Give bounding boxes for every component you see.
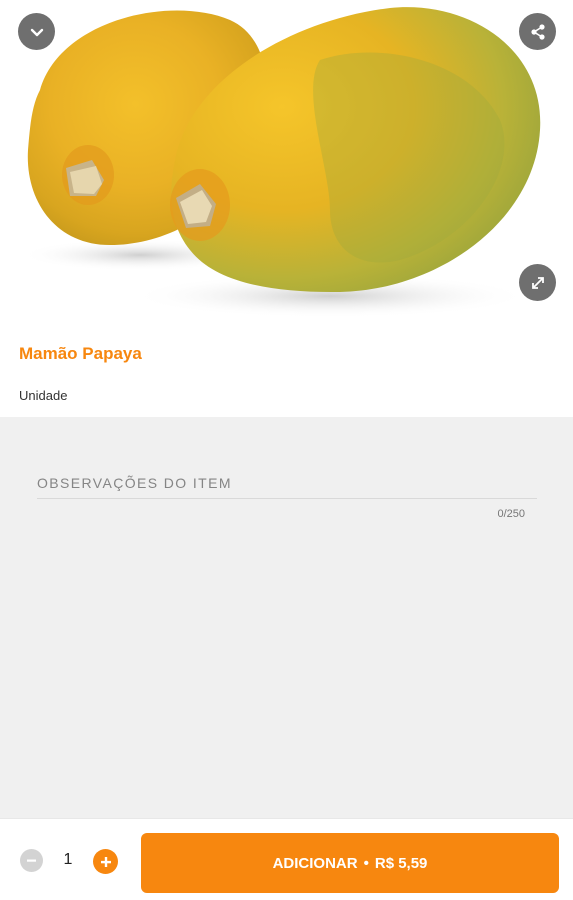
product-name: Mamão Papaya — [19, 344, 142, 363]
add-button-separator: • — [363, 854, 369, 872]
add-button-label: ADICIONAR — [272, 854, 358, 872]
cart-footer: 1 ADICIONAR • R$ 5,59 — [0, 818, 573, 900]
papaya-photo — [20, 7, 541, 318]
share-icon — [530, 23, 545, 40]
add-to-cart-button[interactable]: ADICIONAR • R$ 5,59 — [141, 833, 559, 893]
chevron-down-icon — [30, 28, 43, 36]
increase-quantity-button[interactable] — [93, 849, 118, 874]
add-button-price: R$ 5,59 — [374, 854, 428, 872]
notes-char-counter: 0/250 — [497, 508, 525, 520]
expand-icon — [531, 276, 544, 289]
product-unit: Unidade — [19, 388, 68, 403]
product-info: Mamão Papaya Unidade — [0, 328, 573, 417]
expand-image-button[interactable] — [519, 264, 556, 301]
product-image — [0, 0, 573, 328]
decrease-quantity-button[interactable] — [20, 849, 43, 872]
share-button[interactable] — [519, 13, 556, 50]
plus-icon — [100, 856, 111, 867]
item-notes-section: 0/250 — [0, 417, 573, 818]
minus-icon — [27, 859, 36, 862]
collapse-button[interactable] — [18, 13, 55, 50]
quantity-value: 1 — [63, 851, 73, 868]
item-notes-input[interactable] — [37, 467, 537, 499]
